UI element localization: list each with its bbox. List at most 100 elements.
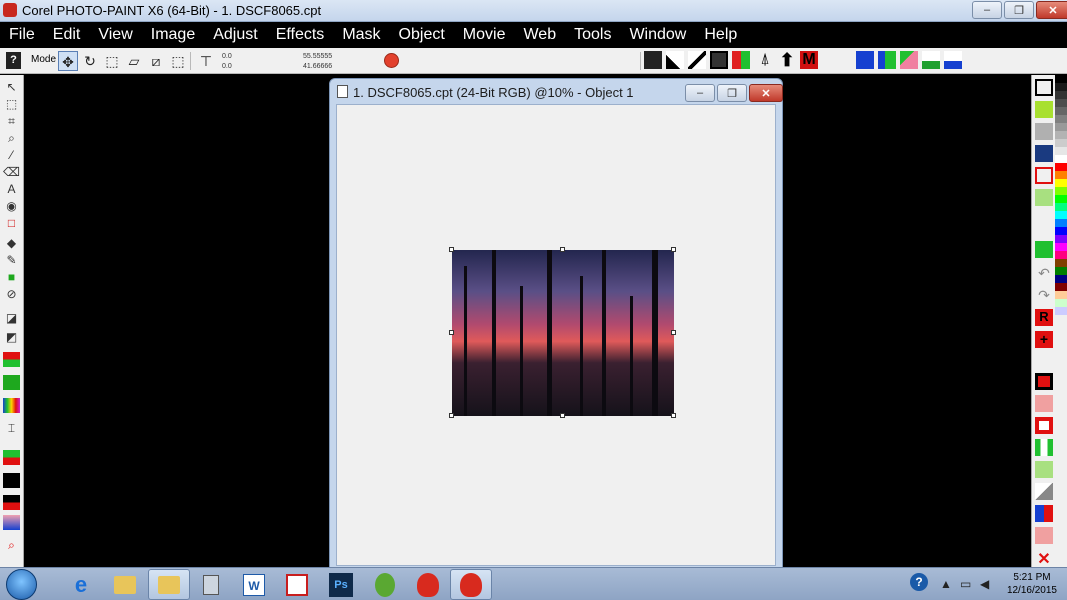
taskbar-photo-paint-a[interactable]	[407, 569, 449, 600]
combine-icon[interactable]	[900, 51, 918, 69]
eye-icon[interactable]	[1035, 373, 1053, 390]
clone-tool-icon[interactable]: ⊘	[3, 287, 20, 302]
palette-swatch[interactable]	[1055, 115, 1067, 123]
palette-swatch[interactable]	[1055, 179, 1067, 187]
palette-swatch[interactable]	[1055, 131, 1067, 139]
comment-icon[interactable]	[1035, 189, 1053, 206]
redo-icon[interactable]: ↷	[1035, 287, 1053, 304]
restore-button[interactable]: ❐	[1004, 1, 1034, 19]
width-field[interactable]: 55.55555	[303, 52, 332, 62]
menu-object[interactable]: Object	[390, 26, 454, 44]
palette-swatch[interactable]	[1055, 203, 1067, 211]
mirror-icon[interactable]	[1035, 439, 1053, 456]
palette-swatch[interactable]	[1055, 219, 1067, 227]
palette-swatch[interactable]	[1055, 227, 1067, 235]
taskbar-file-explorer-b[interactable]	[148, 569, 190, 600]
zoom-tool-icon[interactable]: ⌕	[3, 131, 20, 146]
palette-swatch[interactable]	[1055, 75, 1067, 83]
undo-icon[interactable]: ↶	[1035, 265, 1053, 282]
rectangle-tool-icon[interactable]: □	[3, 216, 20, 231]
palette-swatch[interactable]	[1055, 123, 1067, 131]
taskbar-coreldraw[interactable]	[364, 569, 406, 600]
selection-handle[interactable]	[671, 413, 676, 418]
transform-docker-icon[interactable]: ⌶	[3, 421, 20, 436]
position-mode-icon[interactable]: ✥	[58, 51, 78, 71]
network-icon[interactable]: ▭	[960, 577, 971, 591]
start-button[interactable]	[6, 569, 37, 600]
crop-icon[interactable]	[1035, 167, 1053, 184]
doc-close-button[interactable]: ✕	[749, 84, 783, 102]
eraser-tool-icon[interactable]: ⌫	[3, 165, 20, 180]
palette-swatch[interactable]	[1055, 283, 1067, 291]
pick-tool-icon[interactable]: ↖	[3, 80, 20, 95]
palette-swatch[interactable]	[1055, 211, 1067, 219]
taskbar-acrobat[interactable]	[276, 569, 318, 600]
menu-edit[interactable]: Edit	[44, 26, 90, 44]
stop-icon[interactable]	[384, 53, 399, 68]
selection-handle[interactable]	[671, 247, 676, 252]
show-hidden-icons[interactable]: ▲	[940, 577, 952, 591]
palette-swatch[interactable]	[1055, 171, 1067, 179]
view-icon[interactable]	[856, 51, 874, 69]
position-y-field[interactable]: 0.0	[222, 62, 232, 72]
merge-down-icon[interactable]	[922, 51, 940, 69]
scale-mode-icon[interactable]: ⬚	[102, 51, 122, 71]
menu-file[interactable]: File	[0, 26, 44, 44]
selection-handle[interactable]	[560, 247, 565, 252]
menu-tools[interactable]: Tools	[565, 26, 620, 44]
selection-handle[interactable]	[449, 247, 454, 252]
palette-swatch[interactable]	[1055, 147, 1067, 155]
taskbar-internet-explorer[interactable]: e	[60, 569, 102, 600]
menu-help[interactable]: Help	[695, 26, 746, 44]
menu-window[interactable]: Window	[620, 26, 695, 44]
macro-icon[interactable]: M	[800, 51, 818, 69]
brush-effect-icon[interactable]	[644, 51, 662, 69]
palette-swatch[interactable]	[1055, 99, 1067, 107]
palette-swatch[interactable]	[1055, 291, 1067, 299]
doc-restore-button[interactable]: ❐	[717, 84, 747, 102]
fill-swatch-icon[interactable]	[3, 495, 20, 510]
close-button[interactable]: ✕	[1036, 1, 1067, 19]
gradient-icon[interactable]	[3, 515, 20, 530]
text-tool-icon[interactable]: A	[3, 182, 20, 197]
taskbar-file-explorer-a[interactable]	[104, 569, 146, 600]
curve-icon[interactable]	[666, 51, 684, 69]
search-icon[interactable]: ⌕	[3, 538, 20, 553]
arrow-up-icon[interactable]: ⬆	[778, 51, 796, 69]
record-icon[interactable]: R	[1035, 309, 1053, 326]
mask-docker-icon[interactable]	[3, 450, 20, 465]
palette-swatch[interactable]	[1055, 155, 1067, 163]
menu-view[interactable]: View	[89, 26, 141, 44]
menu-mask[interactable]: Mask	[333, 26, 389, 44]
layer-down-icon[interactable]	[944, 51, 962, 69]
corel-app-icon[interactable]	[3, 3, 17, 17]
new-object-icon[interactable]	[1035, 79, 1053, 96]
swap-icon[interactable]	[1035, 505, 1053, 522]
clock[interactable]: 5:21 PM 12/16/2015	[1007, 571, 1057, 597]
eyedropper-tool-icon[interactable]: ⁄	[3, 148, 20, 163]
delete-icon[interactable]: ✕	[1035, 549, 1053, 568]
palette-swatch[interactable]	[1055, 107, 1067, 115]
lock-icon[interactable]	[1035, 395, 1053, 412]
clone-icon[interactable]	[688, 51, 706, 69]
block-icon[interactable]	[1035, 527, 1053, 544]
doc-minimize-button[interactable]: –	[685, 84, 715, 102]
palette-swatch[interactable]	[1055, 195, 1067, 203]
channels-docker-icon[interactable]	[3, 352, 20, 367]
taskbar-word[interactable]: W	[233, 569, 275, 600]
palette-swatch[interactable]	[1055, 163, 1067, 171]
menu-web[interactable]: Web	[514, 26, 565, 44]
mask-tool-icon[interactable]: ⬚	[3, 97, 20, 112]
palette-swatch[interactable]	[1055, 259, 1067, 267]
anchor-point-icon[interactable]: ⊤	[196, 51, 216, 71]
palette-swatch[interactable]	[1055, 251, 1067, 259]
taskbar-photoshop[interactable]: Ps	[320, 569, 362, 600]
crop-tool-icon[interactable]: ⌗	[3, 114, 20, 129]
black-swatch-icon[interactable]	[3, 473, 20, 488]
arrow-down-right-icon[interactable]	[1035, 483, 1053, 500]
palette-swatch[interactable]	[1055, 275, 1067, 283]
menu-image[interactable]: Image	[142, 26, 204, 44]
palette-swatch[interactable]	[1055, 235, 1067, 243]
height-field[interactable]: 41.66666	[303, 62, 332, 72]
pen-icon[interactable]: ⍋	[756, 51, 774, 69]
